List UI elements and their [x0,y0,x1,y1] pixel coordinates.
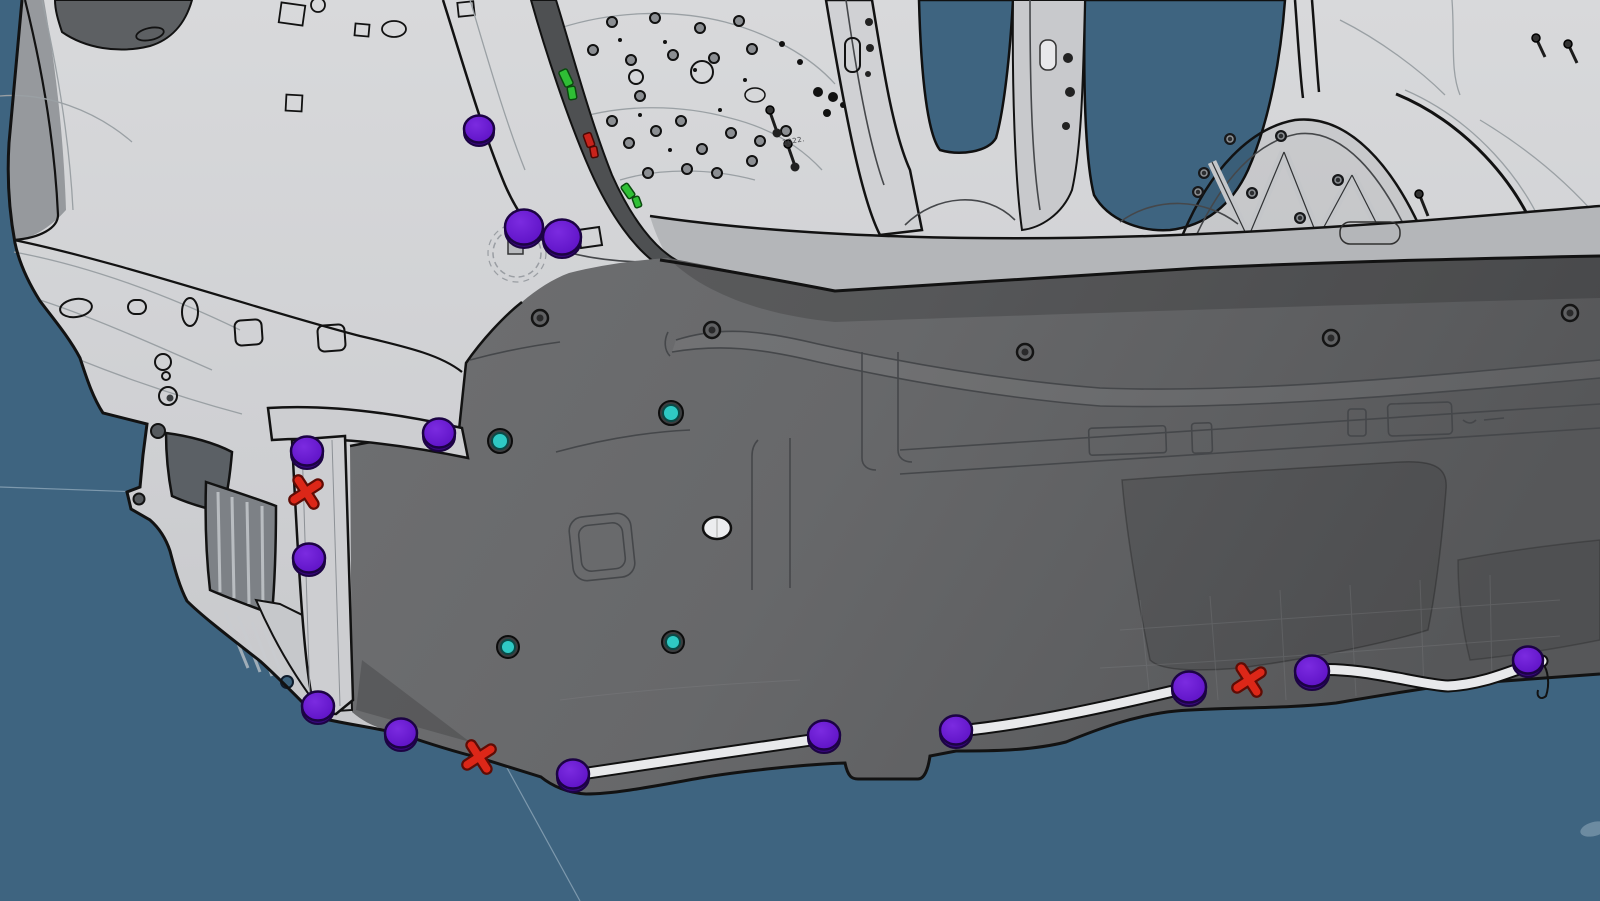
purple-fastener-marker[interactable] [464,116,494,147]
cad-3d-viewport[interactable]: 2022. [0,0,1600,901]
red-x-marker[interactable] [467,745,491,769]
red-x-marker[interactable] [294,480,318,504]
purple-fastener-marker[interactable] [293,544,325,577]
viewport-canvas[interactable]: 2022. [0,0,1600,901]
purple-fastener-marker[interactable] [505,210,543,249]
purple-fastener-marker[interactable] [423,419,455,452]
cyan-fastener-marker[interactable] [659,401,683,425]
door-opening-left [919,0,1013,153]
red-clip-marker[interactable] [590,146,599,158]
red-x-marker[interactable] [1237,668,1261,692]
purple-fastener-marker[interactable] [543,220,581,259]
purple-fastener-marker[interactable] [940,716,972,749]
purple-fastener-marker[interactable] [385,719,417,752]
purple-fastener-marker[interactable] [1295,656,1329,691]
green-clip-marker[interactable] [567,86,577,100]
cyan-fastener-marker[interactable] [497,636,519,658]
purple-fastener-marker[interactable] [291,437,323,470]
purple-fastener-marker[interactable] [1513,647,1543,678]
cyan-fastener-marker[interactable] [488,429,512,453]
purple-fastener-marker[interactable] [1172,672,1206,707]
purple-fastener-marker[interactable] [808,721,840,754]
cyan-fastener-marker[interactable] [662,631,684,653]
purple-fastener-marker[interactable] [302,692,334,725]
purple-fastener-marker[interactable] [557,760,589,793]
